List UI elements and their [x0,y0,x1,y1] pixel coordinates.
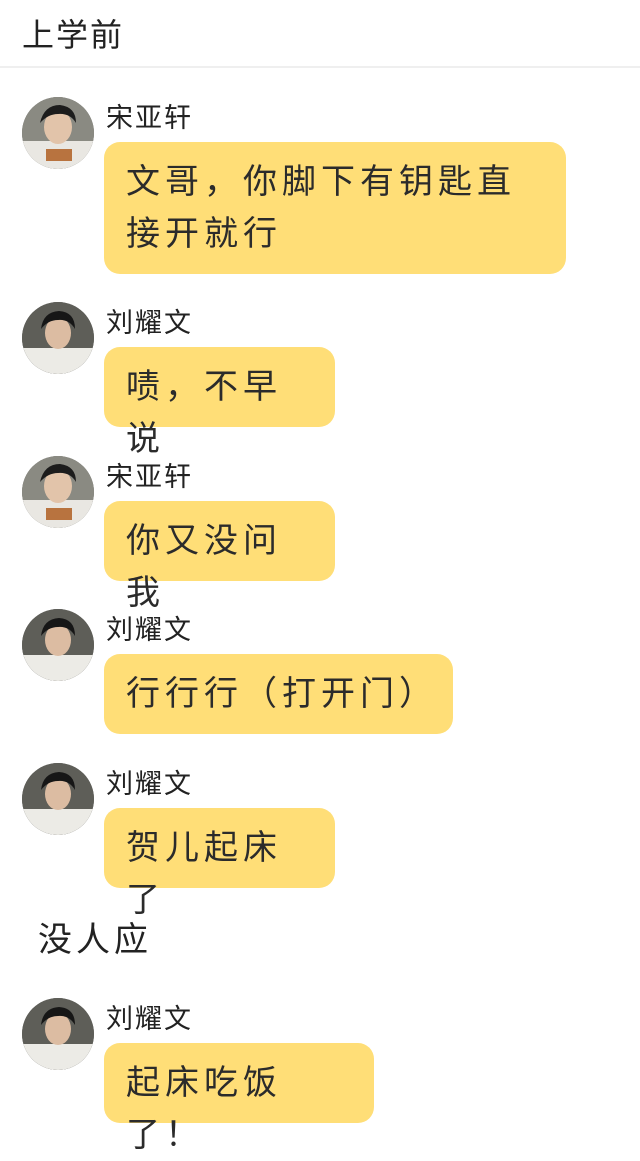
avatar-photo-icon [22,609,94,681]
avatar-photo-icon [22,456,94,528]
message-bubble[interactable]: 行行行（打开门） [104,654,453,734]
message-bubble[interactable]: 贺儿起床了 [104,808,335,920]
sender-name: 刘耀文 [106,308,193,339]
sender-name: 宋亚轩 [106,103,193,134]
sender-name: 宋亚轩 [106,462,193,493]
avatar-photo-icon [22,763,94,835]
message-bubble[interactable]: 文哥，你脚下有钥匙直接开就行 [104,142,566,274]
avatar-photo-icon [22,998,94,1070]
avatar-photo-icon [22,97,94,169]
message-bubble[interactable]: 你又没问我 [104,501,335,613]
message-bubble[interactable]: 起床吃饭了！ [104,1043,374,1155]
avatar[interactable] [22,763,94,835]
avatar[interactable] [22,609,94,681]
avatar[interactable] [22,998,94,1070]
avatar[interactable] [22,456,94,528]
avatar[interactable] [22,97,94,169]
sender-name: 刘耀文 [106,1004,193,1035]
avatar-photo-icon [22,302,94,374]
sender-name: 刘耀文 [106,769,193,800]
chat-title: 上学前 [22,16,125,54]
chat-header: 上学前 [0,0,640,68]
sender-name: 刘耀文 [106,615,193,646]
message-bubble[interactable]: 啧，不早说 [104,347,335,459]
avatar[interactable] [22,302,94,374]
narration-text: 没人应 [38,920,152,960]
